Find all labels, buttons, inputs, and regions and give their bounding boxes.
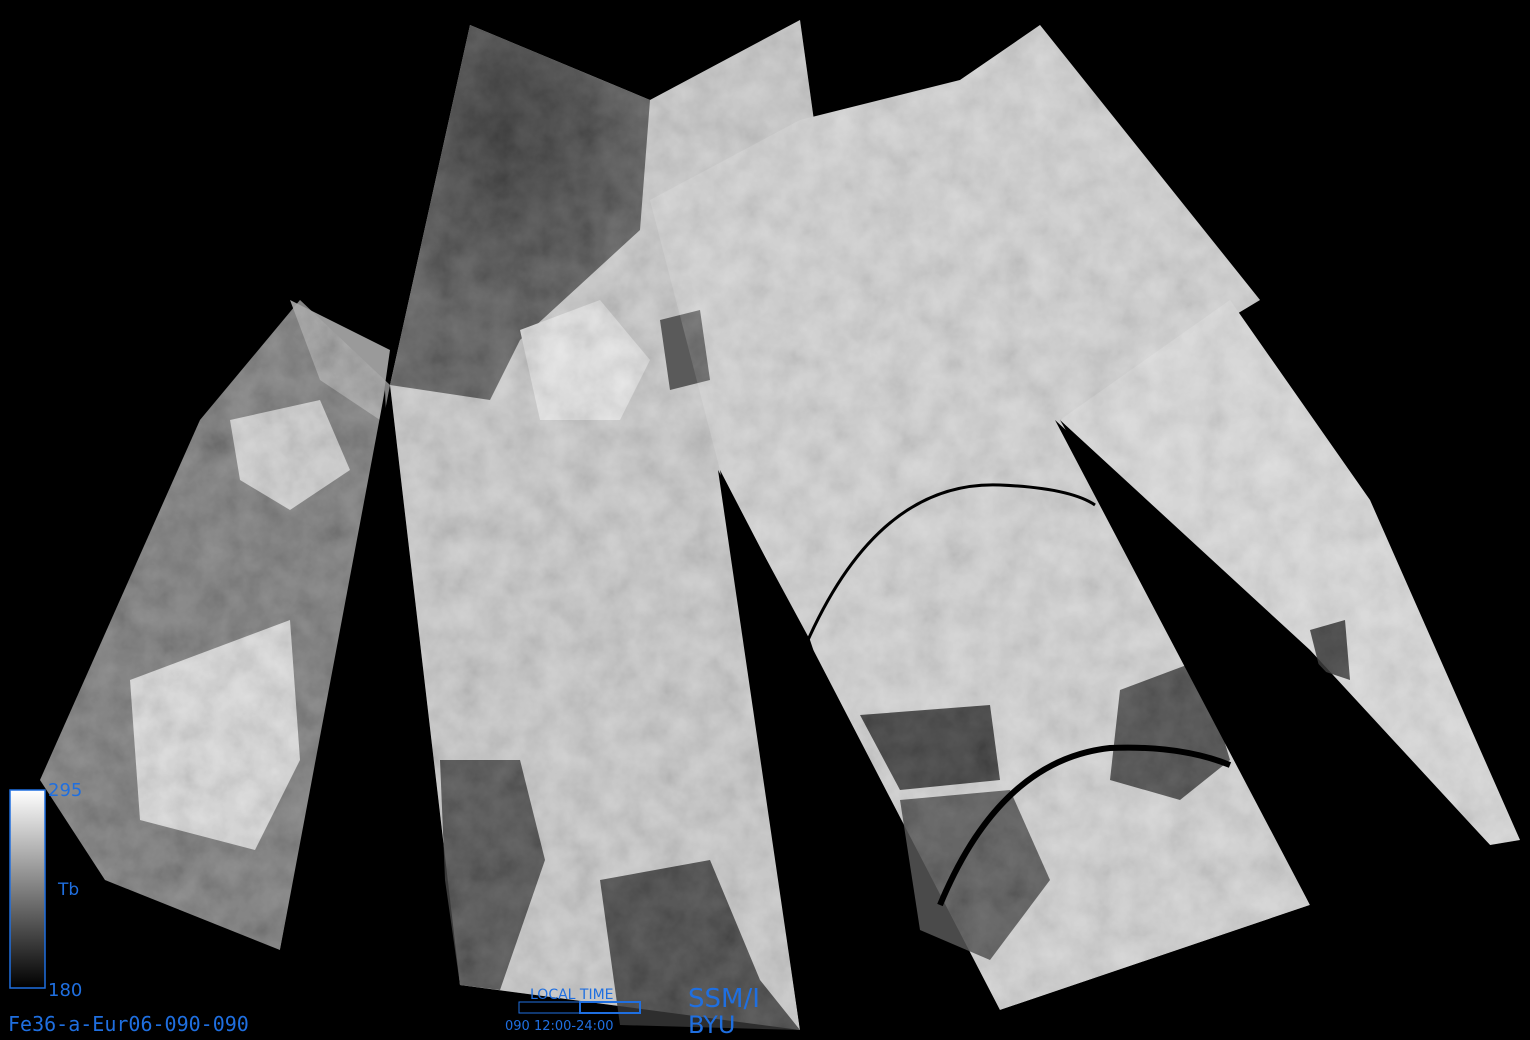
local-time-label: LOCAL TIME	[530, 987, 614, 1003]
colorbar-min-label: 180	[48, 980, 82, 1001]
local-time-range: 090 12:00-24:00	[505, 1019, 614, 1034]
filename-label: Fe36-a-Eur06-090-090	[8, 1012, 249, 1036]
sensor-label: SSM/I	[688, 984, 760, 1014]
institution-label: BYU	[688, 1011, 735, 1039]
colorbar-gradient	[9, 789, 46, 989]
colorbar-quantity-label: Tb	[57, 880, 79, 900]
satellite-mosaic: 295 Tb 180 Fe36-a-Eur06-090-090 LOCAL TI…	[0, 0, 1530, 1040]
colorbar-max-label: 295	[48, 780, 82, 801]
